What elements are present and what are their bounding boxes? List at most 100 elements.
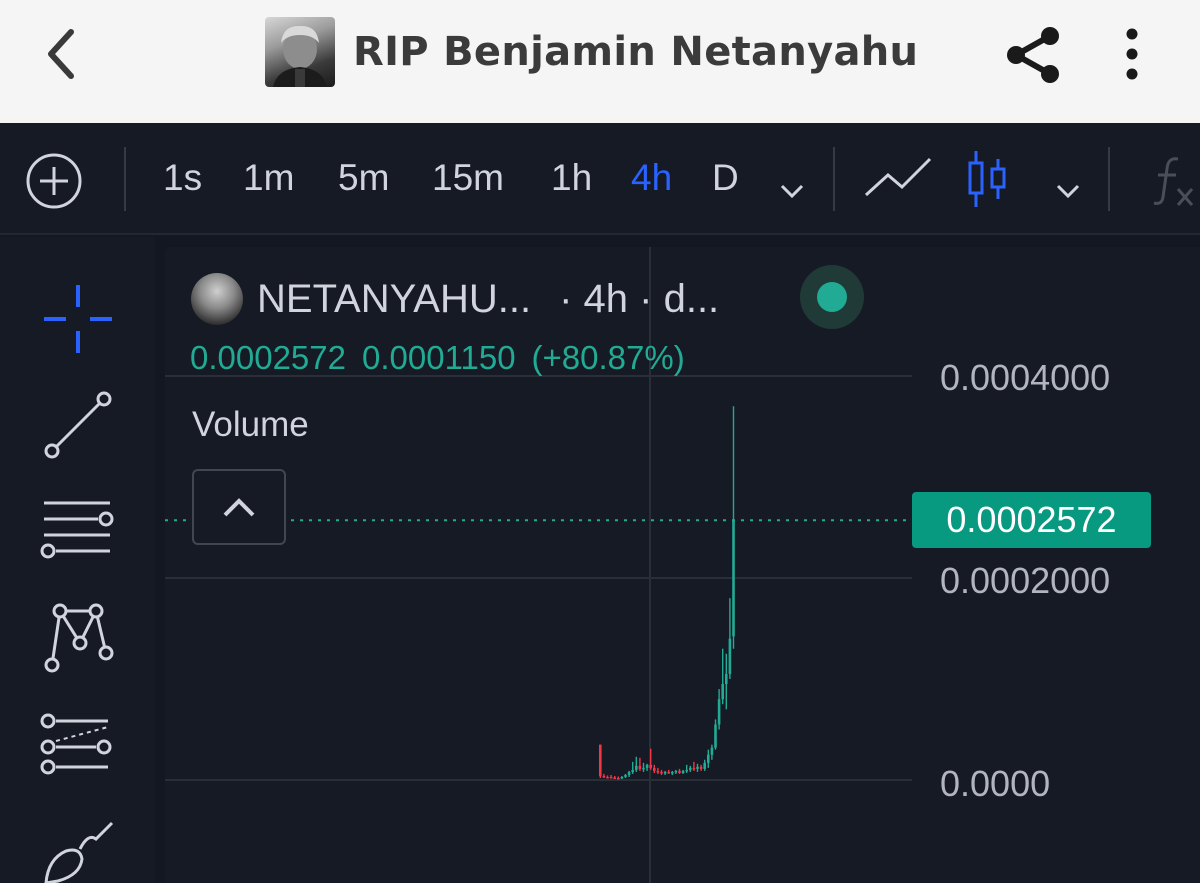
candle xyxy=(653,764,656,773)
candle-body xyxy=(678,770,681,773)
interval-dropdown-button[interactable] xyxy=(776,167,808,199)
candle-body xyxy=(645,764,649,768)
candle xyxy=(620,775,624,779)
chart-legend: NETANYAHU... · 4h · d... xyxy=(191,271,719,327)
candle xyxy=(692,761,696,771)
price-change-readout: 0.0002572 0.0001150 (+80.87%) xyxy=(190,339,701,377)
candle-body xyxy=(599,744,602,776)
chart-pane[interactable]: NETANYAHU... · 4h · d... 0.0002572 0.0001… xyxy=(165,247,1200,883)
price-axis-label: 0.0000 xyxy=(940,763,1051,804)
collapse-legend-button[interactable] xyxy=(192,469,286,545)
symbol-name[interactable]: NETANYAHU... xyxy=(257,277,531,322)
trend-line-icon xyxy=(44,391,112,459)
drawing-toolbar xyxy=(0,237,155,883)
price-axis-label: 0.0004000 xyxy=(940,357,1111,398)
candle-body xyxy=(631,769,634,772)
candle xyxy=(714,719,717,750)
candle xyxy=(699,764,703,771)
interval-4h[interactable]: 4h xyxy=(631,153,672,203)
change-value: 0.0001150 xyxy=(362,339,516,376)
candle xyxy=(645,763,649,771)
more-options-button[interactable] xyxy=(1110,22,1154,88)
candle-body xyxy=(671,771,674,774)
candle xyxy=(721,648,724,705)
candle-series xyxy=(599,406,735,780)
interval-1s[interactable]: 1s xyxy=(163,153,202,203)
chevron-down-icon xyxy=(780,184,804,199)
candle-body xyxy=(602,775,606,778)
pattern-tool[interactable] xyxy=(36,597,120,681)
candle-body xyxy=(714,724,717,748)
interval-1d[interactable]: D xyxy=(712,153,739,203)
back-button[interactable] xyxy=(36,24,86,84)
candle-body xyxy=(617,777,620,780)
crosshair-icon xyxy=(44,285,112,353)
volume-indicator-label[interactable]: Volume xyxy=(192,405,309,445)
candle xyxy=(635,756,638,772)
candlestick-icon xyxy=(968,151,1006,207)
candle-body xyxy=(707,754,710,763)
candle-body xyxy=(699,766,703,769)
toolbar-divider xyxy=(833,147,835,211)
candle-body xyxy=(674,770,678,773)
candle-body xyxy=(685,769,688,772)
candle-body xyxy=(721,684,724,700)
candle xyxy=(599,744,602,778)
candle xyxy=(627,770,631,777)
candle xyxy=(732,406,735,649)
status-dot-icon xyxy=(817,282,847,312)
candle-body xyxy=(667,771,670,774)
trend-line-tool[interactable] xyxy=(36,385,120,469)
prediction-tool[interactable] xyxy=(36,705,120,789)
chart-toolbar: 1s 1m 5m 15m 1h 4h D xyxy=(0,123,1200,235)
interval-5m[interactable]: 5m xyxy=(338,153,389,203)
horizontal-lines-icon xyxy=(40,501,114,559)
add-indicator-button[interactable] xyxy=(24,151,84,211)
candle xyxy=(707,749,710,768)
candle xyxy=(689,765,692,772)
share-button[interactable] xyxy=(1000,22,1066,88)
fib-retracement-tool[interactable] xyxy=(36,493,120,577)
candle xyxy=(606,775,609,779)
chart-type-dropdown-button[interactable] xyxy=(1052,167,1084,199)
crosshair-tool[interactable] xyxy=(36,277,120,361)
candle xyxy=(663,770,667,775)
candle xyxy=(681,769,685,774)
interval-15m[interactable]: 15m xyxy=(432,153,504,203)
candle-body xyxy=(606,776,609,779)
candle-body xyxy=(728,638,732,674)
change-percent: (+80.87%) xyxy=(531,339,685,376)
candle xyxy=(631,761,634,774)
price-axis-label: 0.0002000 xyxy=(940,560,1111,601)
candle xyxy=(717,689,721,730)
candle-body xyxy=(635,765,638,770)
function-icon xyxy=(1153,157,1194,206)
share-icon xyxy=(1007,27,1059,83)
interval-1m[interactable]: 1m xyxy=(243,153,294,203)
candle-body xyxy=(663,771,667,774)
interval-1h[interactable]: 1h xyxy=(551,153,592,203)
candle-body xyxy=(642,767,645,770)
candle-body xyxy=(725,673,728,685)
candle-body xyxy=(717,699,721,725)
candle xyxy=(660,769,663,775)
line-chart-button[interactable] xyxy=(862,153,934,203)
candle xyxy=(617,776,620,780)
candle-body xyxy=(681,770,685,773)
candle-body xyxy=(653,767,656,771)
candle-body xyxy=(638,765,642,769)
chevron-up-icon xyxy=(223,498,255,517)
line-chart-icon xyxy=(864,157,932,197)
candle xyxy=(710,744,714,760)
market-status[interactable] xyxy=(800,265,864,329)
candle-body xyxy=(627,771,631,775)
brush-tool[interactable] xyxy=(36,813,120,883)
symbol-meta: · 4h · d... xyxy=(559,276,720,321)
candlestick-chart-button[interactable] xyxy=(964,149,1012,209)
candle xyxy=(685,764,688,773)
candle xyxy=(642,762,645,772)
toolbar-divider xyxy=(124,147,126,211)
candle-body xyxy=(710,747,714,755)
portrait-image xyxy=(273,25,327,87)
indicators-button[interactable] xyxy=(1152,153,1200,209)
